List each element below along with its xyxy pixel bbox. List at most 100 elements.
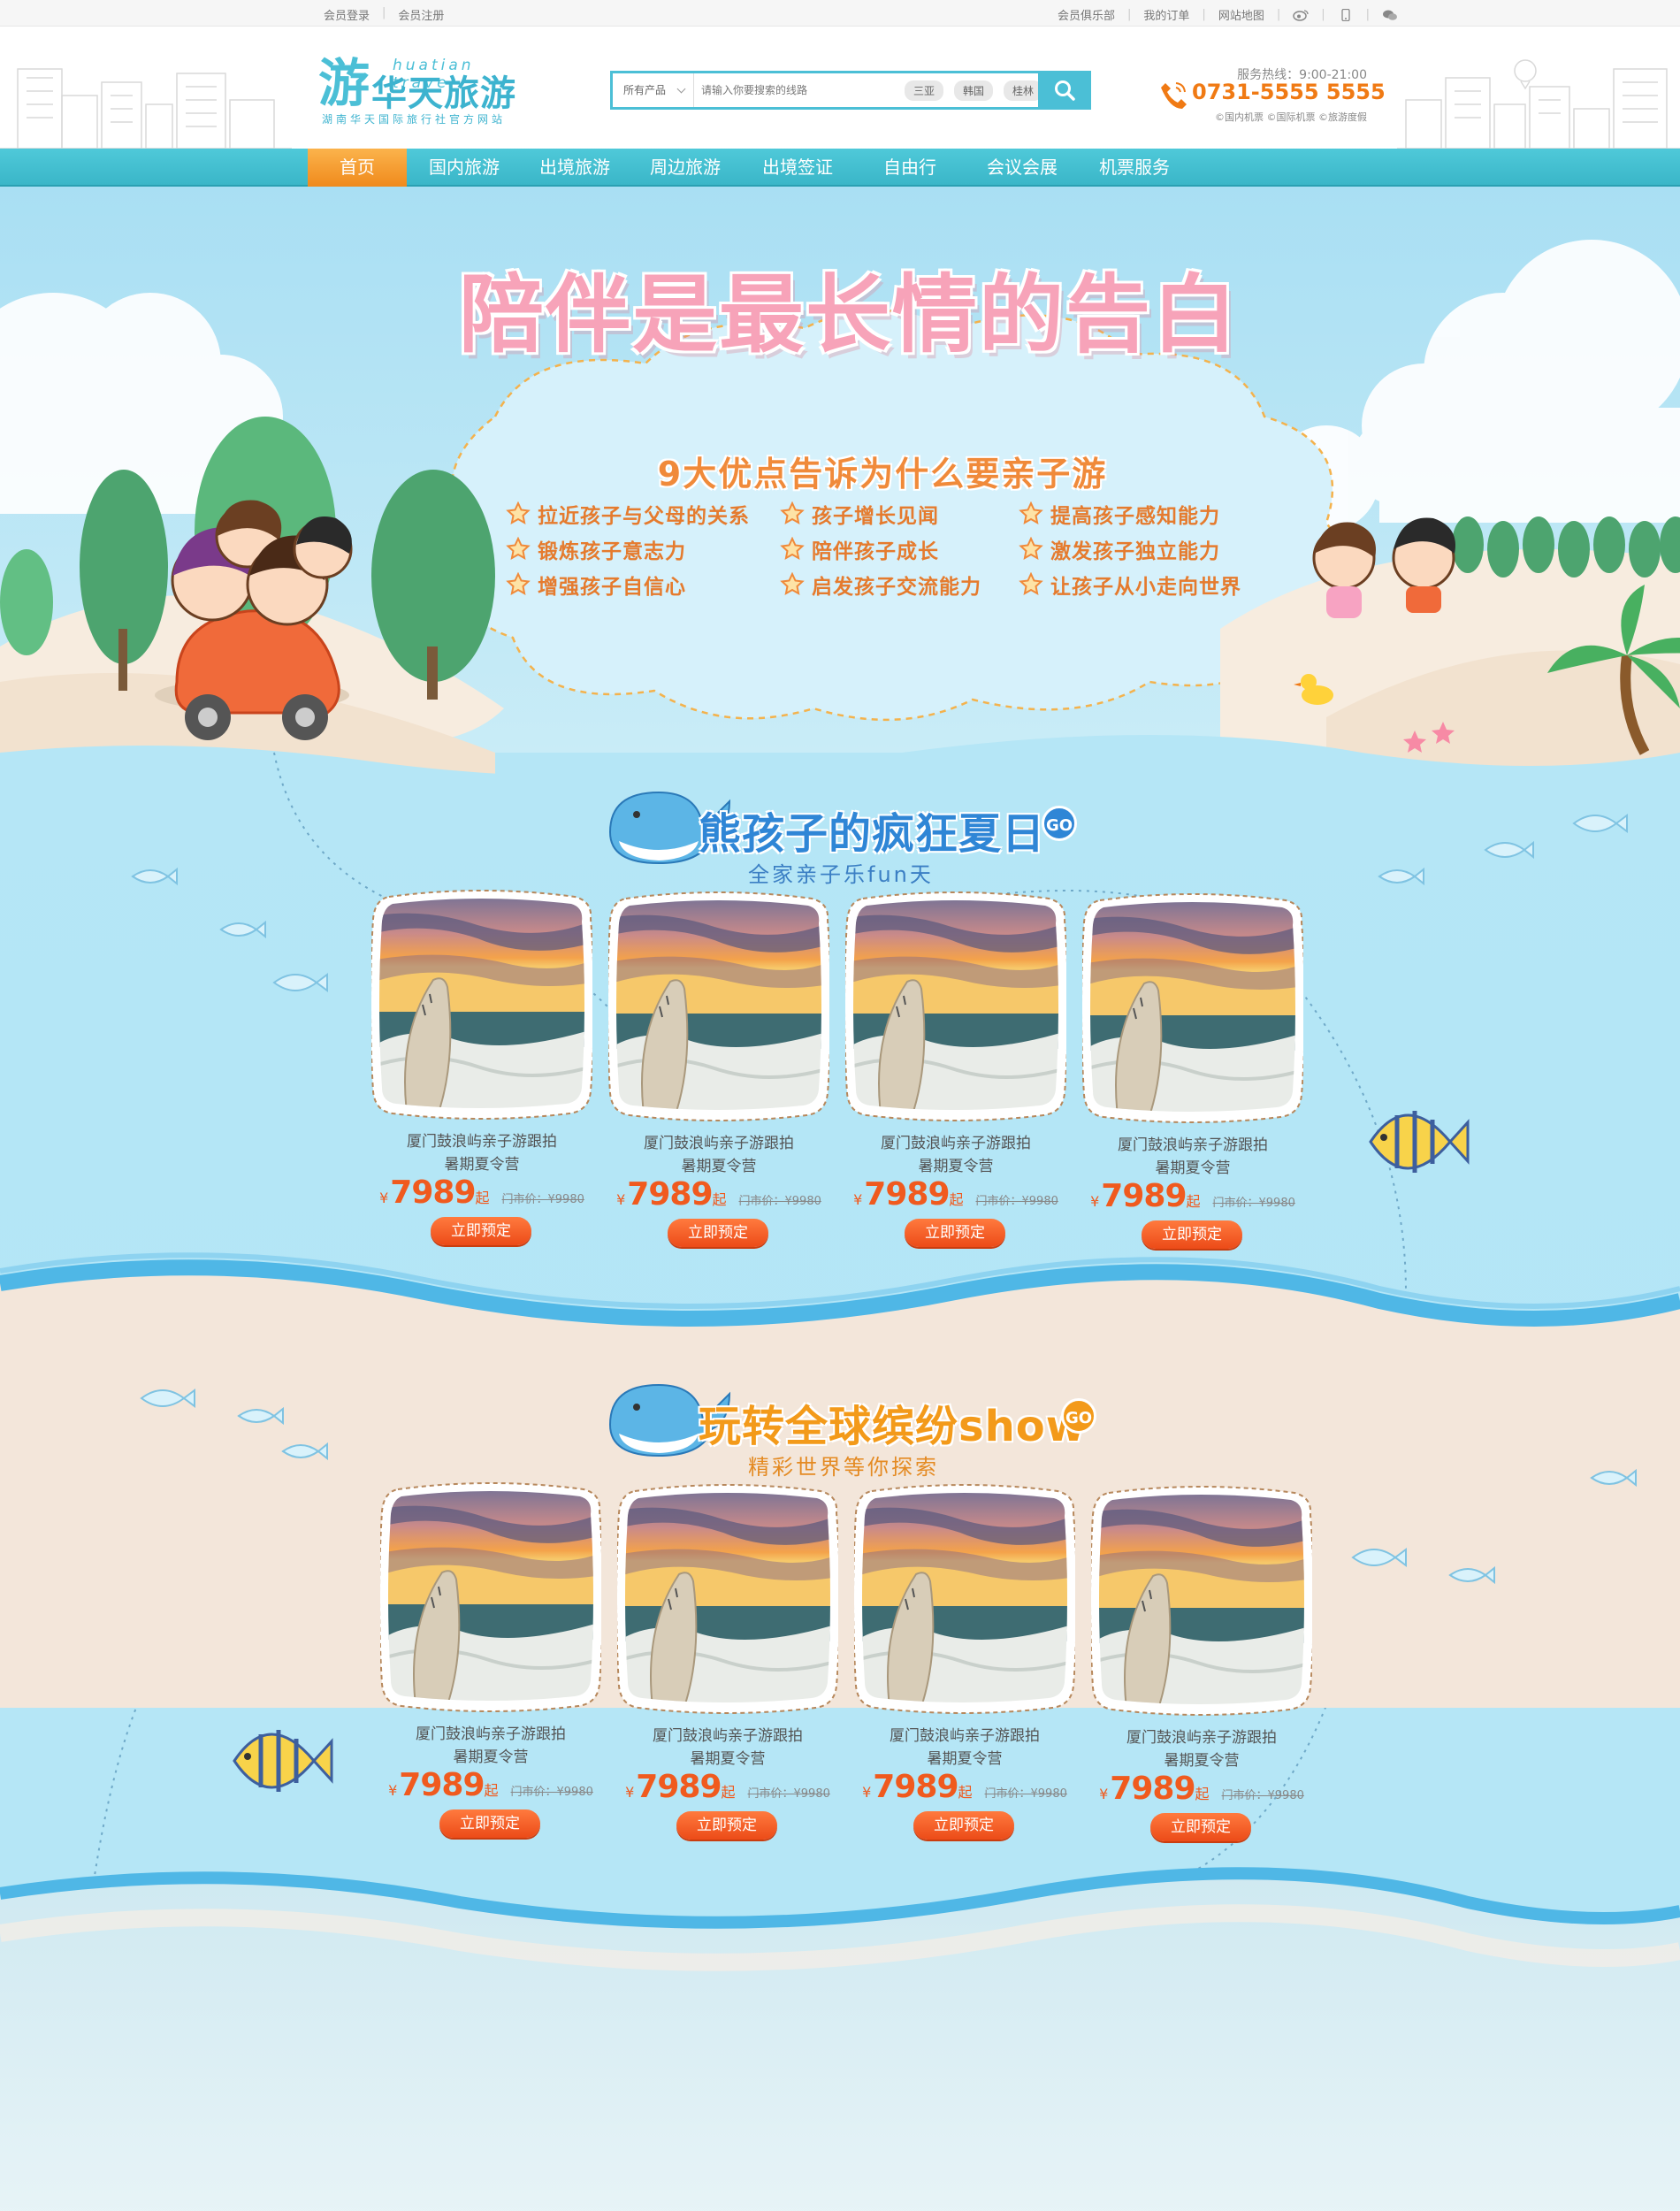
price-currency: ¥ (379, 1190, 389, 1206)
product-name-line2: 暑期夏令营 (453, 1748, 529, 1766)
product-name-line1: 厦门鼓浪屿亲子游跟拍 (653, 1727, 803, 1745)
product-name-line1: 厦门鼓浪屿亲子游跟拍 (881, 1135, 1031, 1152)
price-currency: ¥ (1099, 1786, 1109, 1802)
product-name[interactable]: 厦门鼓浪屿亲子游跟拍 暑期夏令营 (380, 1723, 601, 1769)
divider: | (382, 6, 386, 19)
search-input[interactable] (701, 79, 896, 102)
book-now-button[interactable]: 立即预定 (1150, 1813, 1251, 1841)
my-orders-link[interactable]: 我的订单 (1143, 6, 1189, 23)
book-now-button[interactable]: 立即预定 (913, 1811, 1014, 1840)
product-name-line2: 暑期夏令营 (690, 1750, 766, 1768)
phone-icon (1161, 82, 1187, 109)
star-icon (1019, 501, 1043, 524)
nav-item-domestic[interactable]: 国内旅游 (407, 149, 522, 187)
divider: | (1127, 8, 1132, 21)
book-now-button[interactable]: 立即预定 (668, 1219, 768, 1247)
product-price: ¥7989 起门市价：¥9980 (371, 1174, 592, 1211)
banner-headline: 陪伴是最长情的告白 (459, 265, 1239, 364)
reason-text: 让孩子从小走向世界 (1050, 576, 1241, 599)
nav-item-conference[interactable]: 会议会展 (967, 149, 1077, 187)
book-now-button[interactable]: 立即预定 (439, 1809, 540, 1838)
login-link[interactable]: 会员登录 (324, 6, 370, 23)
nav-item-free-travel[interactable]: 自由行 (852, 149, 967, 187)
register-link[interactable]: 会员注册 (398, 6, 444, 23)
search-category-select[interactable]: 所有产品 (613, 73, 694, 107)
section-world-go-button[interactable]: GO (1061, 1398, 1096, 1434)
product-name-line1: 厦门鼓浪屿亲子游跟拍 (1126, 1729, 1277, 1747)
product-name[interactable]: 厦门鼓浪屿亲子游跟拍 暑期夏令营 (608, 1132, 829, 1178)
reason-item: 启发孩子交流能力 (780, 572, 1019, 599)
search-button[interactable] (1038, 71, 1091, 110)
weibo-icon[interactable] (1293, 9, 1309, 21)
reason-item: 孩子增长见闻 (780, 501, 1019, 528)
book-now-button[interactable]: 立即预定 (676, 1811, 777, 1840)
product-name-line1: 厦门鼓浪屿亲子游跟拍 (890, 1727, 1040, 1745)
star-icon (1019, 572, 1043, 595)
nav-item-nearby[interactable]: 周边旅游 (628, 149, 743, 187)
city-sketch-right (1397, 59, 1680, 149)
reasons-cloud: 9大优点告诉为什么要亲子游 拉近孩子与父母的关系 孩子增长见闻 提高孩子感知能力锻炼… (467, 399, 1298, 655)
product-name-line1: 厦门鼓浪屿亲子游跟拍 (644, 1135, 794, 1152)
product-photo[interactable] (1091, 1486, 1312, 1716)
nav-item-home[interactable]: 首页 (308, 149, 407, 187)
star-icon (506, 537, 531, 560)
sitemap-link[interactable]: 网站地图 (1218, 6, 1264, 23)
section-summer-subtitle: 全家亲子乐fun天 (748, 862, 934, 887)
product-name[interactable]: 厦门鼓浪屿亲子游跟拍 暑期夏令营 (617, 1725, 838, 1771)
star-icon (780, 537, 805, 560)
product-photo[interactable] (854, 1484, 1075, 1714)
site-header: 游 huatian travel 华天旅游 湖南华天国际旅行社官方网站 所有产品… (0, 27, 1680, 149)
reason-text: 提高孩子感知能力 (1050, 505, 1220, 528)
price-suffix: 起 (712, 1191, 727, 1208)
product-price: ¥7989 起门市价：¥9980 (1082, 1178, 1303, 1214)
reason-item: 陪伴孩子成长 (780, 537, 1019, 563)
product-name-line1: 厦门鼓浪屿亲子游跟拍 (407, 1133, 557, 1151)
price-currency: ¥ (1090, 1193, 1100, 1210)
wechat-icon[interactable] (1382, 9, 1398, 21)
product-name[interactable]: 厦门鼓浪屿亲子游跟拍 暑期夏令营 (1082, 1134, 1303, 1180)
product-name[interactable]: 厦门鼓浪屿亲子游跟拍 暑期夏令营 (854, 1725, 1075, 1771)
price-currency: ¥ (616, 1191, 626, 1208)
product-photo[interactable] (380, 1482, 601, 1712)
price-value: 7989 (873, 1769, 958, 1805)
product-name-line2: 暑期夏令营 (1155, 1159, 1231, 1177)
nav-item-flights[interactable]: 机票服务 (1077, 149, 1192, 187)
product-photo[interactable] (845, 891, 1066, 1121)
product-photo[interactable] (617, 1484, 838, 1714)
mobile-icon[interactable] (1338, 8, 1354, 21)
search-tag[interactable]: 三亚 (905, 80, 944, 101)
reason-text: 孩子增长见闻 (812, 505, 939, 528)
product-name[interactable]: 厦门鼓浪屿亲子游跟拍 暑期夏令营 (845, 1132, 1066, 1178)
reason-text: 启发孩子交流能力 (812, 576, 981, 599)
star-icon (780, 501, 805, 524)
logo-subtitle: 湖南华天国际旅行社官方网站 (322, 113, 507, 126)
member-club-link[interactable]: 会员俱乐部 (1058, 6, 1115, 23)
product-name[interactable]: 厦门鼓浪屿亲子游跟拍 暑期夏令营 (371, 1130, 592, 1176)
market-price: 门市价：¥9980 (510, 1786, 593, 1799)
reasons-list: 拉近孩子与父母的关系 孩子增长见闻 提高孩子感知能力锻炼孩子意志力 陪伴孩子成长 激发孩… (506, 501, 1284, 599)
reason-item: 拉近孩子与父母的关系 (506, 501, 780, 528)
price-currency: ¥ (388, 1782, 398, 1799)
book-now-button[interactable]: 立即预定 (1142, 1220, 1242, 1249)
market-price: 门市价：¥9980 (1221, 1789, 1304, 1802)
product-photo[interactable] (371, 890, 592, 1120)
reason-item: 激发孩子独立能力 (1019, 537, 1284, 563)
price-suffix: 起 (721, 1784, 736, 1801)
reasons-title: 9大优点告诉为什么要亲子游 (657, 455, 1108, 493)
product-price: ¥7989 起门市价：¥9980 (845, 1176, 1066, 1213)
product-photo[interactable] (608, 891, 829, 1121)
divider: | (1202, 8, 1206, 21)
reason-text: 锻炼孩子意志力 (538, 540, 686, 563)
book-now-button[interactable]: 立即预定 (431, 1217, 531, 1245)
product-photo[interactable] (1082, 893, 1303, 1123)
price-value: 7989 (390, 1174, 476, 1211)
section-summer-go-button[interactable]: GO (1042, 806, 1077, 841)
nav-item-outbound[interactable]: 出境旅游 (522, 149, 628, 187)
product-name[interactable]: 厦门鼓浪屿亲子游跟拍 暑期夏令营 (1091, 1726, 1312, 1772)
reason-text: 增强孩子自信心 (538, 576, 686, 599)
price-currency: ¥ (853, 1191, 863, 1208)
search-tag[interactable]: 韩国 (954, 80, 994, 101)
nav-item-visa[interactable]: 出境签证 (743, 149, 852, 187)
search-tag[interactable]: 桂林 (1004, 80, 1043, 101)
book-now-button[interactable]: 立即预定 (905, 1219, 1005, 1247)
